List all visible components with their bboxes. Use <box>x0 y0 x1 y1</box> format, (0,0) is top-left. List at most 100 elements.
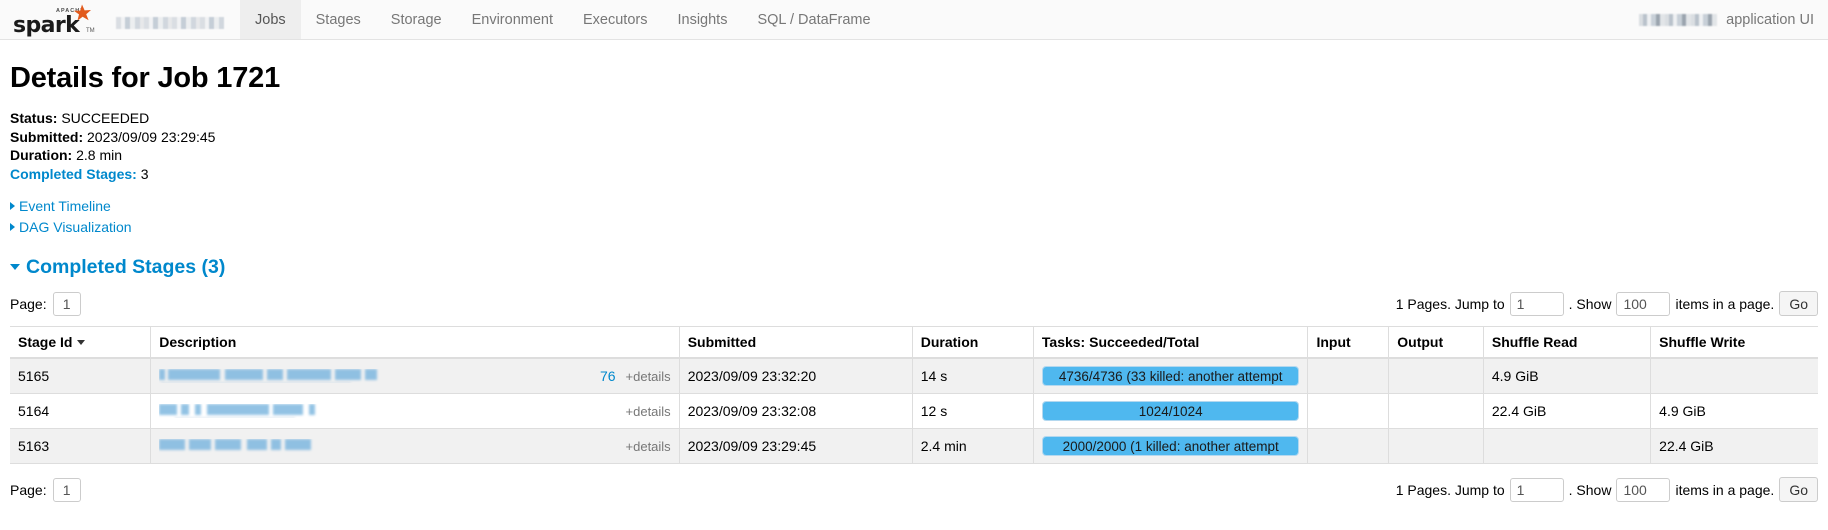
task-progress-label: 4736/4736 (33 killed: another attempt <box>1058 368 1283 384</box>
cell-description: +details <box>150 428 680 464</box>
description-redacted <box>159 439 605 453</box>
cell-input <box>1307 358 1390 394</box>
submitted-value: 2023/09/09 23:29:45 <box>87 128 216 145</box>
nav-tab-sql-dataframe[interactable]: SQL / DataFrame <box>742 0 885 39</box>
completed-stages-value: 3 <box>140 165 149 182</box>
items-per-page-input[interactable] <box>1616 477 1671 502</box>
top-navbar: APACHE spark TM Jobs Stages Storage Envi… <box>0 0 1828 40</box>
column-header-duration[interactable]: Duration <box>912 326 1034 359</box>
svg-text:spark: spark <box>13 13 81 37</box>
cell-duration: 14 s <box>912 358 1034 394</box>
cell-input <box>1307 393 1390 429</box>
chevron-right-icon <box>10 222 15 231</box>
section-title-count: (3) <box>201 256 226 278</box>
column-header-input[interactable]: Input <box>1307 326 1390 359</box>
description-redacted <box>159 369 590 383</box>
cell-submitted: 2023/09/09 23:32:08 <box>679 393 913 429</box>
cell-submitted: 2023/09/09 23:29:45 <box>679 428 913 464</box>
status-value: SUCCEEDED <box>61 110 150 126</box>
column-header-shuffle-read[interactable]: Shuffle Read <box>1483 326 1652 359</box>
details-toggle-link[interactable]: +details <box>626 404 671 419</box>
pagination-top-left: Page: <box>10 291 81 316</box>
nav-tab-insights[interactable]: Insights <box>662 0 742 39</box>
description-suffix[interactable]: 76 <box>600 368 616 384</box>
cell-description: 76 +details <box>150 358 680 394</box>
column-header-tasks[interactable]: Tasks: Succeeded/Total <box>1033 326 1309 359</box>
sort-descending-icon <box>77 340 86 345</box>
chevron-right-icon <box>10 202 15 210</box>
go-button[interactable]: Go <box>1779 291 1818 316</box>
details-toggle-link[interactable]: +details <box>626 369 671 384</box>
description-redacted <box>159 404 605 418</box>
completed-stages-section-header[interactable]: Completed Stages (3) <box>10 256 1818 279</box>
page-number-input[interactable] <box>52 291 81 316</box>
page-number-input[interactable] <box>52 477 81 502</box>
show-label: . Show <box>1568 295 1612 312</box>
page-label: Page: <box>10 295 47 312</box>
column-header-shuffle-write[interactable]: Shuffle Write <box>1650 326 1818 359</box>
nav-tab-storage[interactable]: Storage <box>376 0 457 39</box>
pagination-bottom: Page: 1 Pages. Jump to . Show items in a… <box>10 477 1818 502</box>
job-submitted-line: Submitted: 2023/09/09 23:29:45 <box>10 128 1818 147</box>
column-header-submitted[interactable]: Submitted <box>679 326 913 359</box>
apache-spark-logo-icon[interactable]: APACHE spark TM <box>12 3 104 38</box>
status-label: Status: <box>10 110 58 126</box>
show-label: . Show <box>1568 481 1612 498</box>
cell-shuffle-write <box>1650 358 1818 394</box>
task-progress-bar: 2000/2000 (1 killed: another attempt <box>1041 436 1300 456</box>
main-content: Details for Job 1721 Status: SUCCEEDED S… <box>0 62 1828 502</box>
column-header-stage-id-label: Stage Id <box>18 334 73 350</box>
nav-tab-executors[interactable]: Executors <box>568 0 662 39</box>
column-header-output[interactable]: Output <box>1388 326 1484 359</box>
dag-visualization-link[interactable]: DAG Visualization <box>19 219 132 235</box>
cell-stage-id: 5164 <box>10 393 152 429</box>
brand-area[interactable]: APACHE spark TM <box>0 0 240 39</box>
jump-to-page-input[interactable] <box>1509 291 1564 316</box>
cell-output <box>1388 393 1484 429</box>
cell-duration: 12 s <box>912 393 1034 429</box>
dag-visualization-row[interactable]: DAG Visualization <box>10 218 1818 237</box>
page-label: Page: <box>10 481 47 498</box>
duration-label: Duration: <box>10 147 73 163</box>
column-header-stage-id[interactable]: Stage Id <box>10 326 152 359</box>
job-duration-line: Duration: 2.8 min <box>10 146 1818 165</box>
svg-text:TM: TM <box>86 28 95 34</box>
task-progress-bar: 4736/4736 (33 killed: another attempt <box>1041 366 1300 386</box>
application-name-redacted <box>116 16 224 29</box>
go-button[interactable]: Go <box>1779 477 1818 502</box>
task-progress-label: 1024/1024 <box>1138 403 1203 419</box>
completed-stages-link[interactable]: Completed Stages: <box>10 166 137 182</box>
jump-to-page-input[interactable] <box>1509 477 1564 502</box>
cell-shuffle-read: 4.9 GiB <box>1483 358 1652 394</box>
job-completed-stages-line: Completed Stages: 3 <box>10 165 1818 184</box>
column-header-description[interactable]: Description <box>150 326 680 359</box>
table-row: 5163 +details 2023/09/09 23:29:45 2.4 mi… <box>10 428 1818 464</box>
page-title: Details for Job 1721 <box>10 62 280 94</box>
items-in-page-label: items in a page. <box>1675 295 1775 312</box>
nav-tab-jobs[interactable]: Jobs <box>240 0 301 39</box>
cell-shuffle-read <box>1483 428 1652 464</box>
cell-submitted: 2023/09/09 23:32:20 <box>679 358 913 394</box>
cell-description: +details <box>150 393 680 429</box>
table-row: 5165 76 +details 2023/09/09 23:32:20 14 … <box>10 358 1818 394</box>
pages-count-text: 1 Pages. Jump to <box>1395 481 1505 498</box>
table-row: 5164 +details 2023/09/09 23:32:08 12 s 1… <box>10 393 1818 429</box>
pagination-top: Page: 1 Pages. Jump to . Show items in a… <box>10 291 1818 316</box>
event-timeline-row[interactable]: Event Timeline <box>10 197 1818 216</box>
table-header-row: Stage Id Description Submitted Duration … <box>10 326 1818 359</box>
pagination-top-right: 1 Pages. Jump to . Show items in a page.… <box>1396 291 1818 316</box>
submitted-label: Submitted: <box>10 128 84 145</box>
task-progress-label: 2000/2000 (1 killed: another attempt <box>1062 438 1279 454</box>
completed-stages-table: Stage Id Description Submitted Duration … <box>10 326 1818 464</box>
cell-shuffle-write: 22.4 GiB <box>1650 428 1818 464</box>
nav-tab-environment[interactable]: Environment <box>457 0 568 39</box>
event-timeline-link[interactable]: Event Timeline <box>19 198 111 214</box>
navbar-right: application UI <box>1639 0 1814 39</box>
pagination-bottom-right: 1 Pages. Jump to . Show items in a page.… <box>1396 477 1818 502</box>
application-ui-label: application UI <box>1726 11 1814 28</box>
items-per-page-input[interactable] <box>1616 291 1671 316</box>
cell-shuffle-read: 22.4 GiB <box>1483 393 1652 429</box>
nav-tab-stages[interactable]: Stages <box>301 0 376 39</box>
details-toggle-link[interactable]: +details <box>626 439 671 454</box>
cell-tasks: 1024/1024 <box>1033 393 1309 429</box>
